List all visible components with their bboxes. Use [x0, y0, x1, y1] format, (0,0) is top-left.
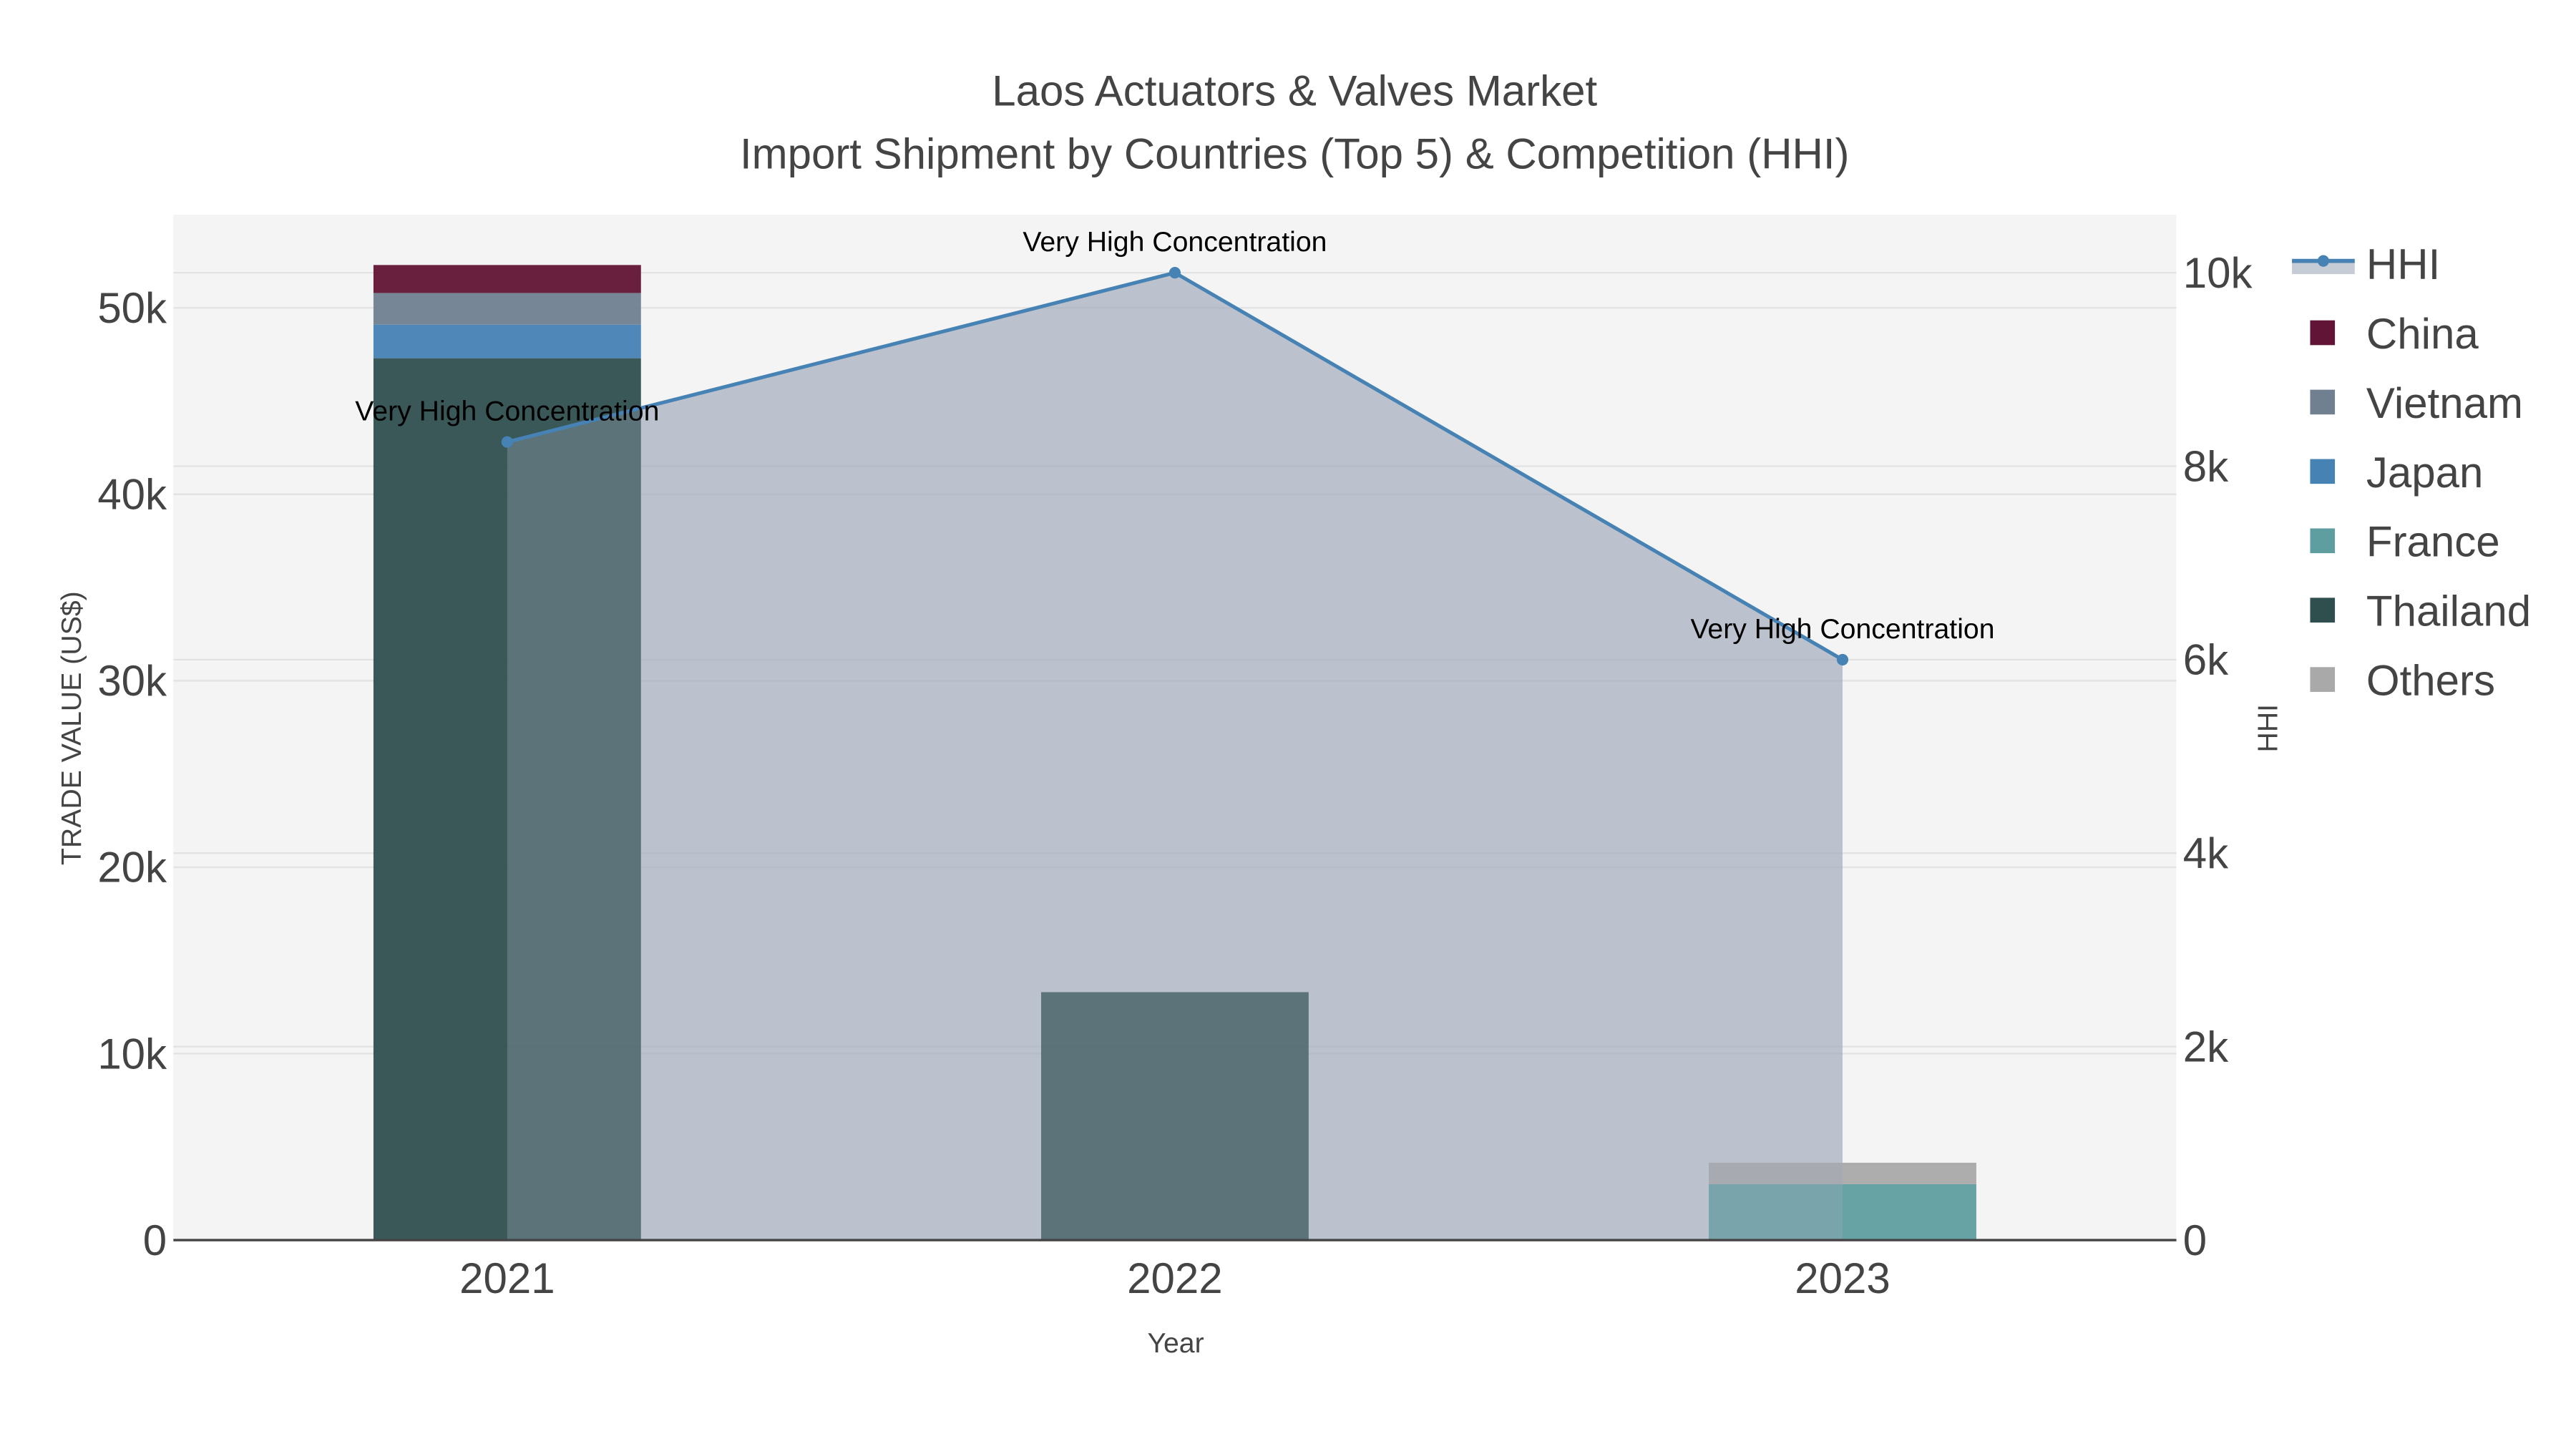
- y2-axis-title: HHI: [2252, 704, 2283, 753]
- y-tick-label: 20k: [97, 844, 167, 892]
- legend-label-japan: Japan: [2366, 449, 2483, 497]
- x-tick-label: 2023: [1795, 1254, 1890, 1302]
- legend-label-china: China: [2366, 310, 2479, 358]
- legend-label-hhi: HHI: [2366, 240, 2440, 288]
- y2-tick-label: 8k: [2183, 442, 2229, 490]
- hhi-marker: [1836, 653, 1849, 665]
- y2-tick-label: 10k: [2183, 249, 2253, 297]
- legend-label-france: France: [2366, 518, 2500, 566]
- y2-tick-label: 4k: [2183, 829, 2229, 877]
- hhi-marker: [1169, 267, 1181, 279]
- legend-swatch-china: [2310, 320, 2336, 346]
- y-tick-label: 0: [143, 1216, 167, 1264]
- hhi-annotation: Very High Concentration: [1690, 613, 1994, 645]
- y-tick-label: 50k: [97, 284, 167, 332]
- x-tick-label: 2022: [1127, 1254, 1222, 1302]
- chart: Laos Actuators & Valves Market Import Sh…: [56, 67, 2531, 1359]
- y-tick-label: 40k: [97, 471, 167, 519]
- legend-label-thailand: Thailand: [2366, 587, 2531, 635]
- bar-china-2021: [373, 265, 641, 293]
- x-tick-label: 2021: [459, 1254, 555, 1302]
- y2-tick-label: 0: [2183, 1216, 2207, 1264]
- chart-title: Laos Actuators & Valves Market: [992, 67, 1597, 115]
- x-axis-title: Year: [1147, 1327, 1204, 1359]
- y-axis-title: TRADE VALUE (US$): [56, 591, 87, 865]
- y-tick-label: 30k: [97, 657, 167, 705]
- hhi-marker: [501, 436, 513, 448]
- chart-subtitle: Import Shipment by Countries (Top 5) & C…: [740, 130, 1850, 177]
- bar-japan-2021: [373, 324, 641, 358]
- hhi-annotation: Very High Concentration: [355, 396, 659, 427]
- legend-swatch-others: [2310, 667, 2336, 692]
- legend-hhi-marker-icon: [2317, 255, 2329, 267]
- legend-swatch-france: [2310, 528, 2336, 554]
- y2-tick-label: 2k: [2183, 1023, 2229, 1070]
- legend-swatch-japan: [2310, 459, 2336, 484]
- legend-label-vietnam: Vietnam: [2366, 379, 2523, 427]
- legend-swatch-vietnam: [2310, 389, 2336, 415]
- y2-tick-label: 6k: [2183, 636, 2229, 684]
- bar-vietnam-2021: [373, 293, 641, 325]
- legend-swatch-thailand: [2310, 597, 2336, 623]
- legend-label-others: Others: [2366, 657, 2495, 705]
- y-tick-label: 10k: [97, 1030, 167, 1078]
- hhi-annotation: Very High Concentration: [1023, 226, 1327, 258]
